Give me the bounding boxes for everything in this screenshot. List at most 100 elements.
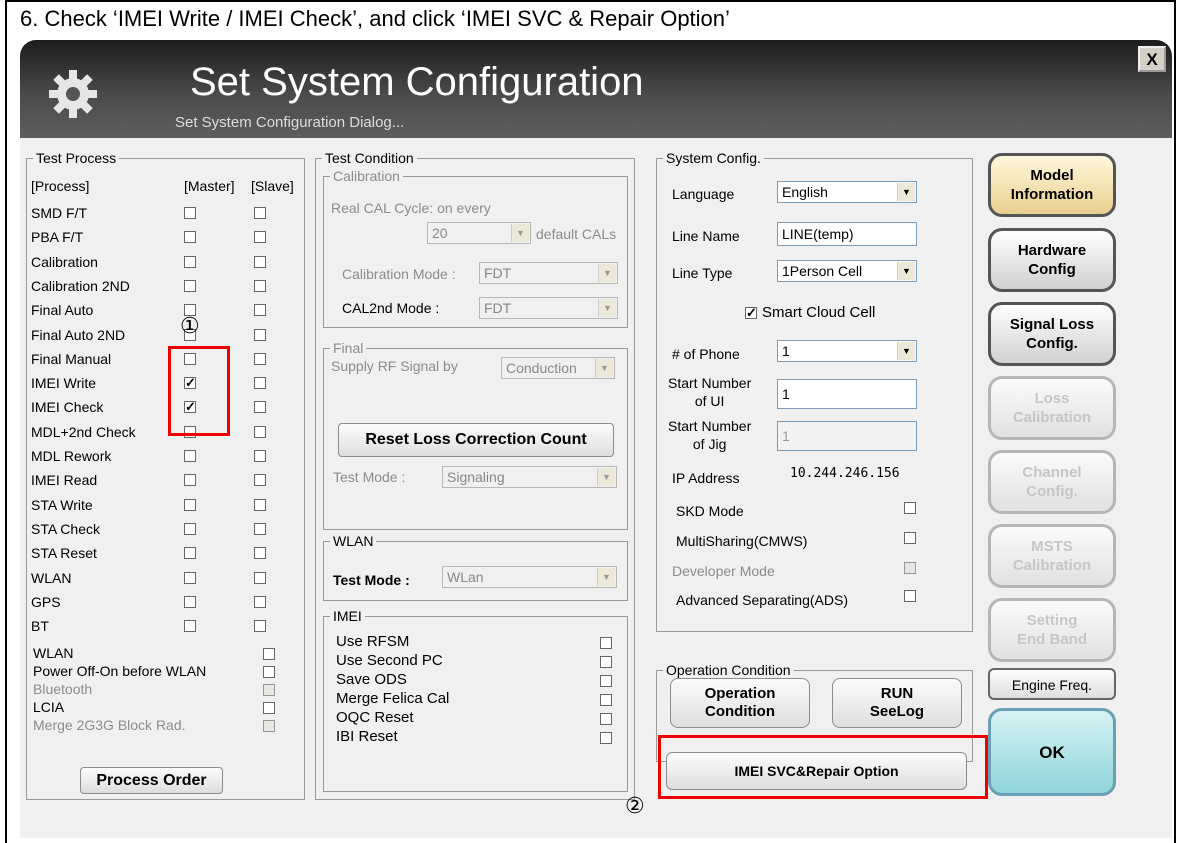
line-type-select[interactable]: 1Person Cell ▼ xyxy=(777,260,917,282)
slave-checkbox[interactable] xyxy=(254,304,266,316)
imei-option-checkbox[interactable] xyxy=(600,637,612,649)
developer-mode-checkbox[interactable] xyxy=(904,562,916,574)
master-checkbox[interactable] xyxy=(184,474,196,486)
master-checkbox[interactable] xyxy=(184,547,196,559)
calibration-mode-value: FDT xyxy=(484,265,512,281)
reset-loss-correction-button[interactable]: Reset Loss Correction Count xyxy=(338,423,614,457)
final-test-mode-select[interactable]: Signaling ▼ xyxy=(442,466,617,488)
master-checkbox[interactable] xyxy=(184,280,196,292)
process-label: STA Reset xyxy=(31,545,97,561)
process-option-checkbox[interactable] xyxy=(263,720,275,732)
slave-checkbox[interactable] xyxy=(254,499,266,511)
slave-checkbox[interactable] xyxy=(254,474,266,486)
ip-address-label: IP Address xyxy=(672,470,740,486)
slave-checkbox[interactable] xyxy=(254,353,266,365)
wlan-test-mode-label: Test Mode : xyxy=(333,572,410,588)
slave-checkbox[interactable] xyxy=(254,207,266,219)
supply-rf-select[interactable]: Conduction ▼ xyxy=(501,357,615,379)
line-name-input[interactable]: LINE(temp) xyxy=(777,222,917,246)
signal-line2: Config. xyxy=(1026,335,1078,352)
calibration-mode-select[interactable]: FDT ▼ xyxy=(479,262,618,284)
slave-checkbox[interactable] xyxy=(254,256,266,268)
cal-cycle-select[interactable]: 20 ▼ xyxy=(427,222,531,244)
gear-icon xyxy=(49,70,97,118)
process-option-checkbox[interactable] xyxy=(263,684,275,696)
multisharing-checkbox[interactable] xyxy=(904,532,916,544)
start-ui-input[interactable]: 1 xyxy=(777,379,917,409)
slave-checkbox[interactable] xyxy=(254,572,266,584)
slave-checkbox[interactable] xyxy=(254,450,266,462)
slave-checkbox[interactable] xyxy=(254,620,266,632)
run-seelog-line1: RUN xyxy=(880,685,914,702)
process-label: GPS xyxy=(31,594,61,610)
slave-checkbox[interactable] xyxy=(254,426,266,438)
process-option-checkbox[interactable] xyxy=(263,702,275,714)
signal-loss-config-button[interactable]: Signal Loss Config. xyxy=(988,302,1116,366)
operation-condition-button[interactable]: Operation Condition xyxy=(670,678,810,728)
skd-mode-checkbox[interactable] xyxy=(904,502,916,514)
set-system-configuration-dialog: Set System Configuration Set System Conf… xyxy=(20,40,1172,838)
ok-button[interactable]: OK xyxy=(988,708,1116,796)
start-jig-label-line2: of Jig xyxy=(692,436,727,452)
process-option-label: LCIA xyxy=(33,699,65,715)
imei-option-checkbox[interactable] xyxy=(600,675,612,687)
imei-option-checkbox[interactable] xyxy=(600,713,612,725)
slave-checkbox[interactable] xyxy=(254,377,266,389)
start-jig-input[interactable]: 1 xyxy=(777,421,917,451)
model-line1: Model xyxy=(1030,167,1074,184)
imei-option-checkbox[interactable] xyxy=(600,656,612,668)
language-select[interactable]: English ▼ xyxy=(777,181,917,203)
start-ui-label-line2: of UI xyxy=(694,393,725,409)
slave-checkbox[interactable] xyxy=(254,596,266,608)
process-label: IMEI Write xyxy=(31,375,97,391)
master-checkbox[interactable] xyxy=(184,572,196,584)
process-label: IMEI Read xyxy=(31,472,98,488)
column-master-header: [Master] xyxy=(184,178,235,194)
chevron-down-icon: ▼ xyxy=(897,183,915,201)
run-seelog-button[interactable]: RUN SeeLog xyxy=(832,678,962,728)
master-checkbox[interactable] xyxy=(184,620,196,632)
process-label: PBA F/T xyxy=(31,229,84,245)
channel-config-button[interactable]: Channel Config. xyxy=(988,450,1116,514)
phone-count-select[interactable]: 1 ▼ xyxy=(777,340,917,362)
smart-cloud-cell-checkbox[interactable]: ✓ xyxy=(745,306,757,319)
ads-checkbox[interactable] xyxy=(904,590,916,602)
channel-line2: Config. xyxy=(1026,483,1078,500)
master-checkbox[interactable] xyxy=(184,523,196,535)
process-order-button[interactable]: Process Order xyxy=(80,767,223,794)
start-jig-label-line1: Start Number xyxy=(668,418,752,434)
slave-checkbox[interactable] xyxy=(254,547,266,559)
slave-checkbox[interactable] xyxy=(254,523,266,535)
master-checkbox[interactable] xyxy=(184,207,196,219)
master-checkbox[interactable] xyxy=(184,596,196,608)
model-line2: Information xyxy=(1010,186,1094,203)
master-checkbox[interactable] xyxy=(184,450,196,462)
msts-calibration-button[interactable]: MSTS Calibration xyxy=(988,524,1116,588)
model-information-button[interactable]: Model Information xyxy=(988,153,1116,217)
msts-line1: MSTS xyxy=(1031,538,1073,555)
master-checkbox[interactable] xyxy=(184,231,196,243)
chevron-down-icon: ▼ xyxy=(897,342,915,360)
imei-option-label: Save ODS xyxy=(336,671,407,688)
imei-option-checkbox[interactable] xyxy=(600,732,612,744)
master-checkbox[interactable] xyxy=(184,256,196,268)
chevron-down-icon: ▼ xyxy=(595,359,613,377)
loss-calibration-button[interactable]: Loss Calibration xyxy=(988,376,1116,440)
slave-checkbox[interactable] xyxy=(254,231,266,243)
close-button[interactable]: X xyxy=(1138,46,1166,72)
slave-checkbox[interactable] xyxy=(254,329,266,341)
wlan-test-mode-select[interactable]: WLan ▼ xyxy=(442,566,617,588)
cal2nd-mode-select[interactable]: FDT ▼ xyxy=(479,297,618,319)
process-option-checkbox[interactable] xyxy=(263,666,275,678)
imei-option-checkbox[interactable] xyxy=(600,694,612,706)
process-label: Final Auto xyxy=(31,302,94,318)
master-checkbox[interactable] xyxy=(184,499,196,511)
loss-line1: Loss xyxy=(1034,390,1070,407)
engine-freq-button[interactable]: Engine Freq. xyxy=(988,668,1116,700)
slave-checkbox[interactable] xyxy=(254,280,266,292)
smart-cloud-cell-label: Smart Cloud Cell xyxy=(762,304,876,321)
hardware-config-button[interactable]: Hardware Config xyxy=(988,228,1116,292)
setting-end-band-button[interactable]: Setting End Band xyxy=(988,598,1116,662)
slave-checkbox[interactable] xyxy=(254,401,266,413)
process-option-checkbox[interactable] xyxy=(263,648,275,660)
